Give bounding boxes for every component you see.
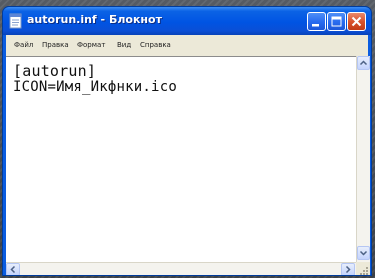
title-bar[interactable]: autorun.inf - Блокнот [3,7,371,35]
minimize-icon [312,24,319,27]
maximize-button[interactable] [327,12,346,31]
close-icon [351,16,362,27]
menu-help[interactable]: Справка [140,41,171,49]
scroll-up-button[interactable] [357,56,370,70]
notepad-window: autorun.inf - Блокнот Файл Правка Формат… [2,6,372,276]
chevron-up-icon [359,60,368,66]
chevron-down-icon [359,250,368,256]
resize-grip[interactable] [356,262,370,275]
resize-grip-icon [360,267,368,275]
text-editor[interactable]: [autorun] ICON=Имя_Икфнки.ico [6,56,356,262]
horizontal-scrollbar[interactable] [6,262,356,275]
maximize-icon [331,16,342,27]
minimize-button[interactable] [307,12,326,31]
notepad-icon[interactable] [9,13,23,29]
vertical-scrollbar[interactable] [356,56,370,262]
editor-line: ICON=Имя_Икфнки.ico [13,79,177,95]
menu-edit[interactable]: Правка [42,41,69,49]
scroll-right-button[interactable] [341,263,355,275]
menu-file[interactable]: Файл [14,41,33,49]
close-button[interactable] [347,12,366,31]
menu-view[interactable]: Вид [117,41,131,49]
scroll-left-button[interactable] [6,263,20,275]
menu-bar: Файл Правка Формат Вид Справка [6,35,368,56]
editor-line: [autorun] [13,62,97,80]
chevron-left-icon [10,265,16,274]
chevron-right-icon [345,265,351,274]
menu-format[interactable]: Формат [77,41,105,49]
window-title: autorun.inf - Блокнот [27,13,162,26]
scroll-down-button[interactable] [357,246,370,260]
